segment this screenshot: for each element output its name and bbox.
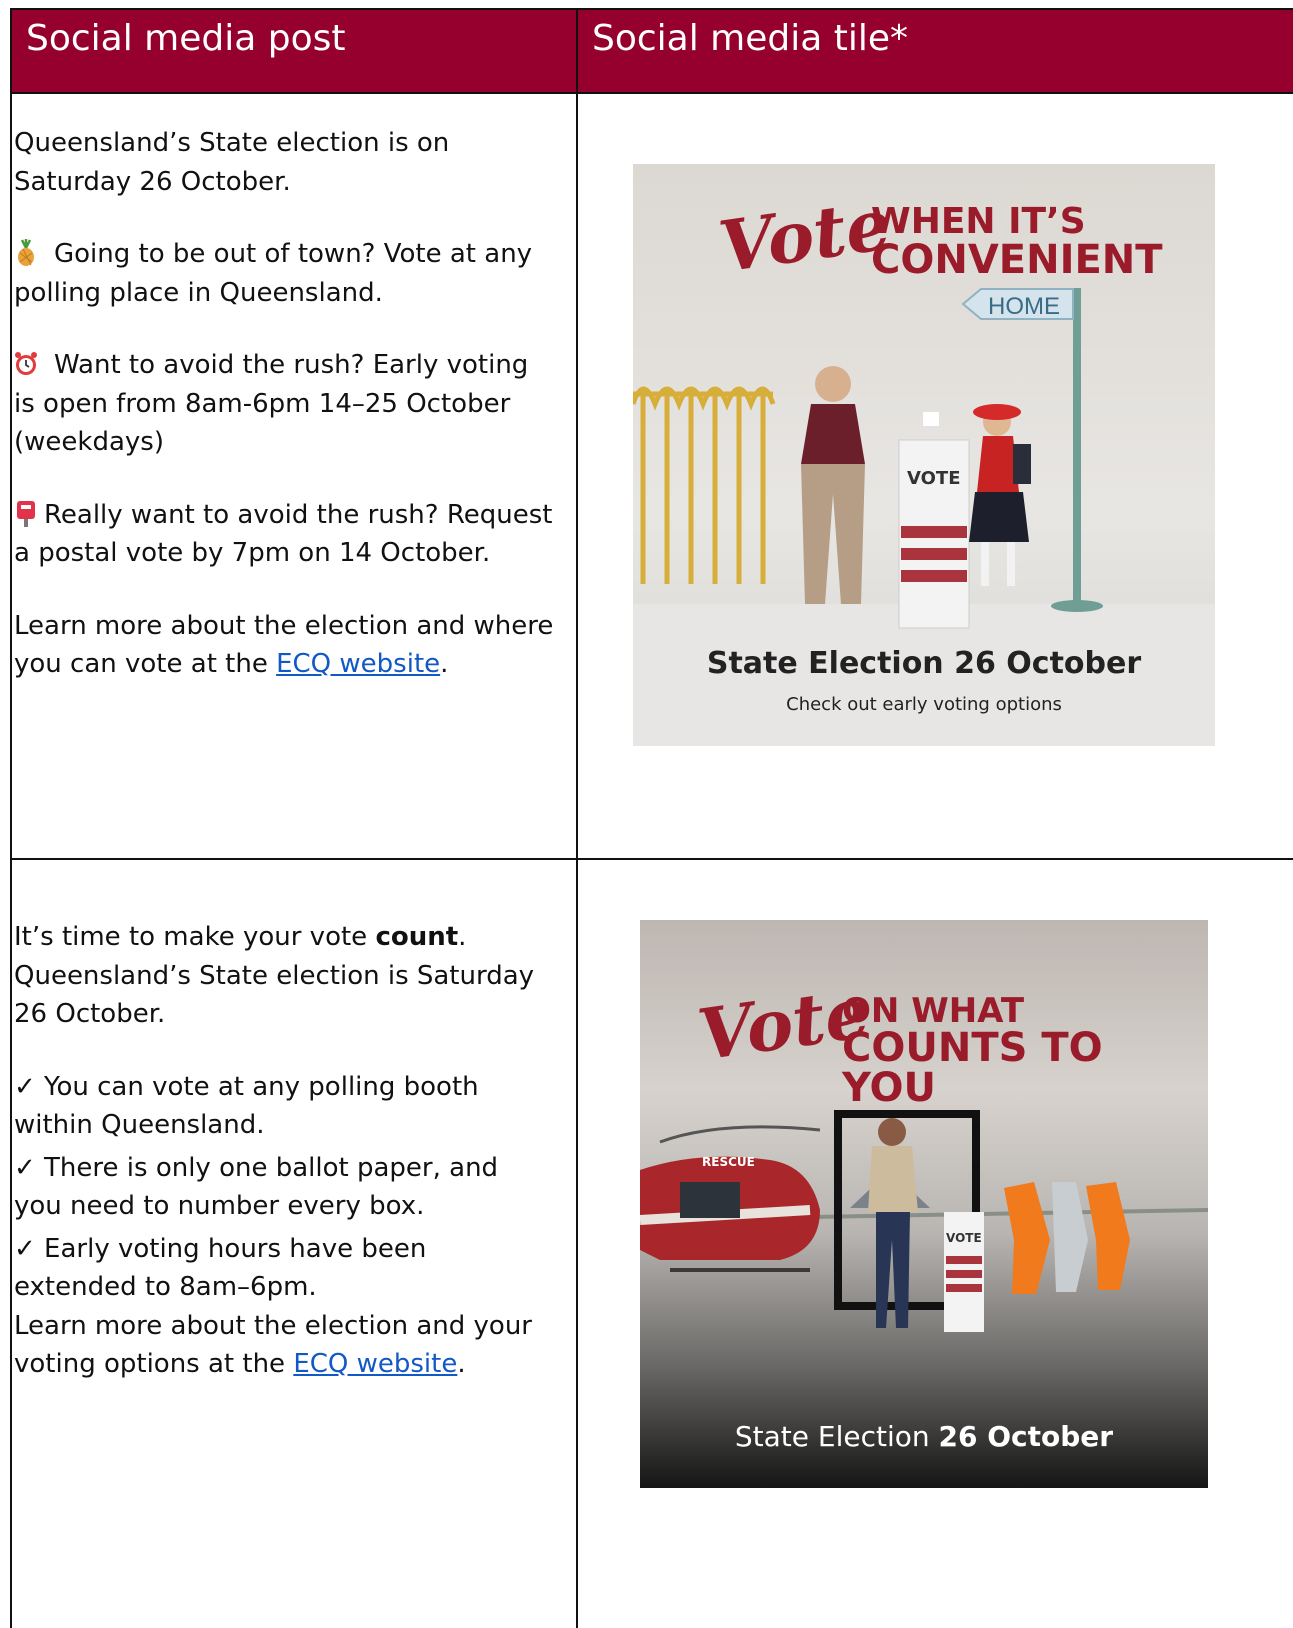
- row1-post: Queensland’s State election is on Saturd…: [14, 124, 554, 684]
- pineapple-icon: [18, 239, 34, 266]
- header-social-media-post: Social media post: [12, 10, 578, 94]
- row2-line2: Queensland’s State election is Saturday …: [14, 960, 535, 1030]
- tile2-footer: State Election 26 October: [734, 1420, 1114, 1453]
- tile2-scene: RESCUE VOTE: [640, 1110, 1208, 1332]
- home-sign-text: HOME: [988, 293, 1060, 320]
- social-tile-convenient: Vote WHEN IT’S CONVENIENT HOME VOTE Stat…: [633, 164, 1215, 746]
- ecq-website-link-1[interactable]: ECQ website: [276, 649, 440, 679]
- ecq-website-link-2[interactable]: ECQ website: [293, 1349, 457, 1379]
- postbox-icon: [17, 500, 35, 527]
- row1-p2: Going to be out of town? Vote at any pol…: [14, 239, 533, 308]
- header-social-media-tile: Social media tile*: [578, 10, 1293, 94]
- row2-line3: Learn more about the election and your v…: [14, 1310, 532, 1380]
- row2-bullet2: ✓ There is only one ballot paper, and yo…: [14, 1152, 499, 1222]
- row2-line1: It’s time to make your vote count.: [14, 922, 467, 952]
- social-tile-counts: Vote ON WHAT COUNTS TO YOU RESCUE VOTE S…: [640, 920, 1208, 1488]
- svg-text:VOTE: VOTE: [946, 1231, 982, 1245]
- row1-p4: Really want to avoid the rush? Request a…: [14, 499, 553, 569]
- svg-text:RESCUE: RESCUE: [702, 1155, 755, 1169]
- row1-p3: Want to avoid the rush? Early voting is …: [14, 350, 529, 457]
- row2-bullet3: ✓ Early voting hours have been extended …: [14, 1233, 427, 1303]
- alarm-clock-icon: [15, 352, 37, 375]
- tile-subfooter: Check out early voting options: [786, 694, 1062, 715]
- row1-p5: Learn more about the election and where …: [14, 610, 554, 680]
- row2-post: It’s time to make your vote count. Queen…: [14, 918, 554, 1384]
- svg-text:VOTE: VOTE: [907, 468, 961, 489]
- header-post-label: Social media post: [26, 18, 346, 59]
- row2-bullet1: ✓ You can vote at any polling booth with…: [14, 1071, 479, 1141]
- header-tile-label: Social media tile*: [592, 18, 909, 59]
- tile-footer: State Election 26 October: [706, 646, 1142, 681]
- row1-p1: Queensland’s State election is on Saturd…: [14, 128, 450, 197]
